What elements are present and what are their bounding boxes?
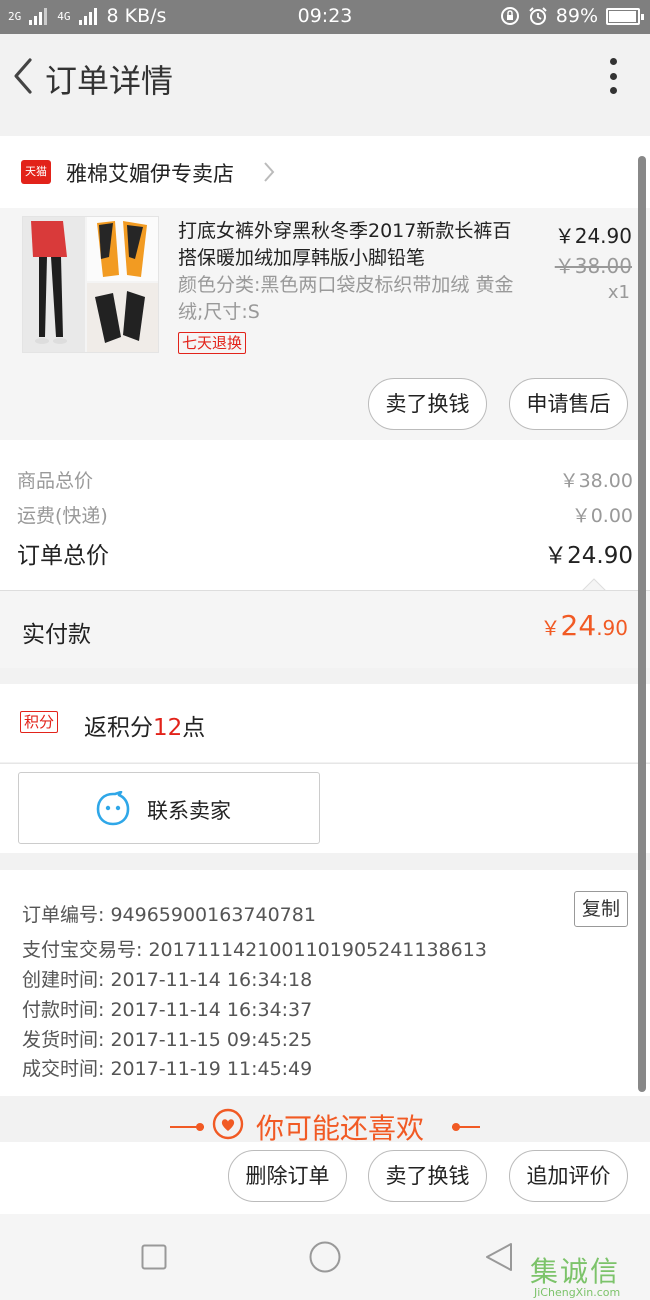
scrollbar[interactable] — [638, 156, 646, 1092]
order-total-row: 订单总价 ￥24.90 — [17, 536, 633, 570]
paid-label: 实付款 — [22, 622, 91, 648]
status-bar: 2G 4G 8 KB/s 09:23 89% — [0, 0, 650, 34]
recommend-header: 你可能还喜欢 — [0, 1096, 650, 1145]
bottom-action-bar: 删除订单 卖了换钱 追加评价 — [0, 1142, 650, 1214]
more-vertical-icon[interactable] — [608, 58, 618, 94]
decor-dot-left — [196, 1123, 204, 1131]
circle-nav-icon[interactable] — [309, 1241, 341, 1273]
tmall-icon: 天猫 — [21, 160, 51, 184]
order-number: 订单编号: 94965900163740781 — [22, 904, 316, 926]
goods-total-label: 商品总价 — [17, 470, 94, 492]
product-title[interactable]: 打底女裤外穿黑秋冬季2017新款长裤百搭保暖加绒加厚韩版小脚铅笔 — [178, 218, 523, 272]
paid-integer: 24 — [560, 609, 597, 642]
points-text: 返积分12点 — [84, 708, 205, 742]
paid-decimal: .90 — [596, 616, 628, 640]
paid-currency: ￥ — [540, 616, 561, 640]
more-dot — [609, 87, 617, 94]
product-original-price: ￥38.00 — [554, 254, 632, 278]
goods-total-row: 商品总价 ￥38.00 — [17, 466, 633, 493]
nav-bar: 订单详情 — [0, 34, 650, 120]
created-time: 创建时间: 2017-11-14 16:34:18 — [22, 969, 313, 991]
product-price: ￥24.90 — [554, 224, 632, 248]
store-name[interactable]: 雅棉艾媚伊专卖店 — [66, 158, 234, 188]
more-dot — [609, 72, 617, 80]
alipay-trade-number: 支付宝交易号: 2017111421001101905241138613 — [22, 939, 487, 961]
delete-order-button[interactable]: 删除订单 — [228, 1150, 347, 1202]
paid-time: 付款时间: 2017-11-14 16:34:37 — [22, 999, 313, 1021]
shipped-time: 发货时间: 2017-11-15 09:45:25 — [22, 1029, 313, 1051]
resell-button[interactable]: 卖了换钱 — [368, 378, 487, 430]
paid-amount: ￥24.90 — [541, 609, 628, 642]
battery-percent: 89% — [555, 5, 598, 27]
points-prefix: 返积分 — [84, 715, 153, 741]
add-review-button[interactable]: 追加评价 — [509, 1150, 628, 1202]
points-badge: 积分 — [20, 711, 59, 733]
decor-line-right — [452, 1126, 480, 1128]
copy-button[interactable]: 复制 — [574, 891, 628, 927]
points-count: 12 — [153, 715, 183, 741]
resell-bottom-button[interactable]: 卖了换钱 — [368, 1150, 487, 1202]
page-title: 订单详情 — [45, 62, 174, 100]
order-info: 订单编号: 94965900163740781 复制 支付宝交易号: 20171… — [0, 870, 650, 1096]
chevron-right-icon — [264, 162, 275, 182]
contact-section: 联系卖家 — [0, 763, 650, 853]
completed-time: 成交时间: 2017-11-19 11:45:49 — [22, 1058, 313, 1080]
battery-fill — [609, 10, 636, 22]
product-item[interactable]: 打底女裤外穿黑秋冬季2017新款长裤百搭保暖加绒加厚韩版小脚铅笔 颜色分类:黑色… — [0, 208, 650, 440]
goods-total-value: ￥38.00 — [559, 470, 633, 492]
product-quantity: x1 — [607, 282, 630, 303]
contact-seller-icon — [96, 791, 130, 826]
back-arrow-icon[interactable] — [8, 54, 36, 98]
points-suffix: 点 — [182, 715, 206, 741]
after-sale-button[interactable]: 申请售后 — [509, 378, 628, 430]
price-summary: 商品总价 ￥38.00 运费(快递) ￥0.00 订单总价 ￥24.90 — [0, 440, 650, 591]
alarm-icon — [529, 7, 547, 25]
shipping-label: 运费(快递) — [17, 505, 108, 527]
battery-icon — [606, 7, 644, 25]
order-total-label: 订单总价 — [17, 543, 109, 569]
square-nav-icon[interactable] — [141, 1244, 167, 1270]
recommend-title: 你可能还喜欢 — [256, 1112, 425, 1145]
heart-icon — [212, 1108, 244, 1140]
return-policy-badge: 七天退换 — [178, 332, 247, 354]
contact-seller-button[interactable]: 联系卖家 — [18, 772, 320, 844]
status-right: 89% — [500, 5, 644, 27]
rotation-lock-icon — [500, 7, 519, 25]
watermark-url: JiChengXin.com — [534, 1286, 621, 1299]
shipping-row: 运费(快递) ￥0.00 — [17, 501, 633, 528]
shipping-value: ￥0.00 — [571, 505, 633, 527]
product-sku: 颜色分类:黑色两口袋皮标织带加绒 黄金绒;尺寸:S — [178, 274, 514, 323]
store-row[interactable]: 天猫 雅棉艾媚伊专卖店 — [0, 136, 650, 208]
points-row: 积分 返积分12点 — [0, 684, 650, 762]
watermark-logo-text: 集诚信 — [530, 1255, 621, 1288]
contact-seller-label: 联系卖家 — [147, 799, 231, 823]
more-dot — [609, 58, 617, 65]
product-photo-illustration — [23, 217, 158, 352]
triangle-back-nav-icon[interactable] — [484, 1242, 514, 1272]
site-watermark: 集诚信 JiChengXin.com — [530, 1250, 646, 1300]
paid-amount-row: 实付款 ￥24.90 — [0, 590, 650, 668]
product-thumbnail[interactable] — [22, 216, 159, 353]
order-total-value: ￥24.90 — [544, 543, 633, 569]
